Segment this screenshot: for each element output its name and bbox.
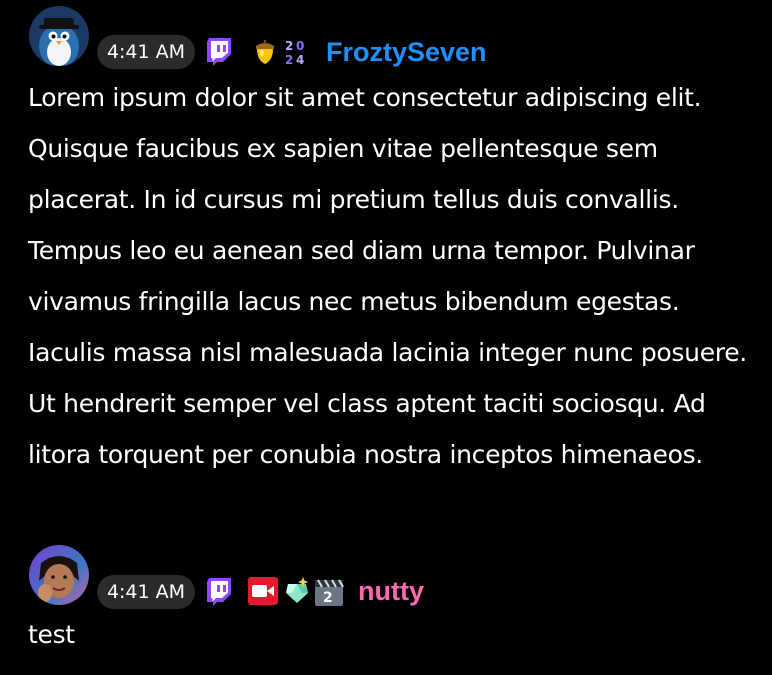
year-2024-badge-icon[interactable]: 2 0 2 4: [283, 37, 311, 67]
svg-text:2: 2: [285, 39, 293, 53]
message-text: Lorem ipsum dolor sit amet consectetur a…: [28, 83, 747, 469]
clapperboard-2-icon[interactable]: 2: [314, 579, 344, 607]
svg-text:0: 0: [296, 39, 304, 53]
gem-badge-icon[interactable]: [283, 575, 311, 603]
username[interactable]: nutty: [358, 574, 424, 608]
video-camera-icon[interactable]: [248, 577, 278, 605]
twitch-icon[interactable]: [205, 37, 233, 66]
timestamp: 4:41 AM: [97, 575, 195, 609]
svg-text:2: 2: [285, 53, 293, 67]
timestamp: 4:41 AM: [97, 35, 195, 69]
twitch-icon[interactable]: [205, 577, 233, 606]
acorn-badge-icon[interactable]: [252, 38, 280, 66]
svg-text:2: 2: [323, 590, 333, 606]
message-text: test: [28, 620, 75, 649]
username[interactable]: FroztySeven: [326, 35, 487, 69]
user-photo-avatar[interactable]: [29, 545, 89, 605]
svg-text:4: 4: [296, 53, 304, 67]
penguin-avatar[interactable]: [29, 6, 89, 66]
